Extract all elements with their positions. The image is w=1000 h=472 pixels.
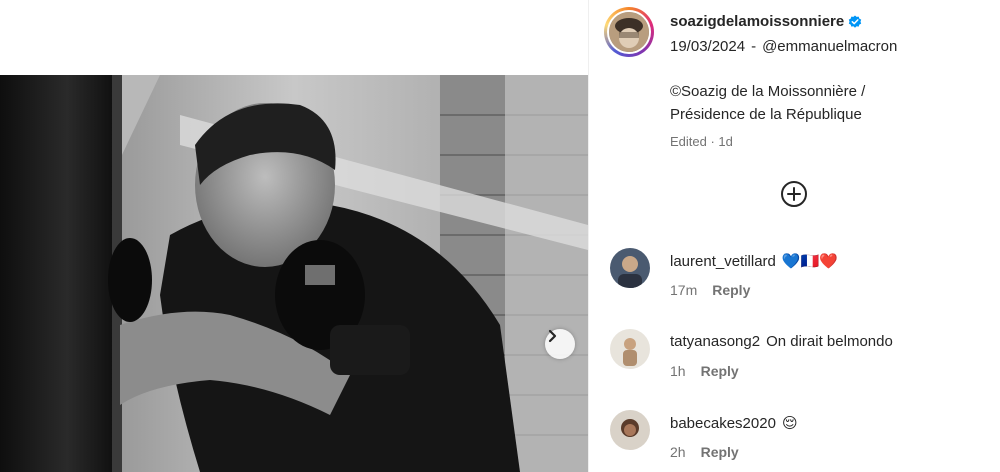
author-username[interactable]: soazigdelamoissonniere (670, 13, 844, 30)
post-date-line: 19/03/2024- @emmanuelmacron (670, 38, 897, 55)
comment-emoji: 💙🇫🇷❤️ (781, 253, 838, 270)
plus-circle-icon (780, 180, 808, 213)
comment-username[interactable]: laurent_vetillard (670, 253, 776, 270)
caption-line-2: Présidence de la République (670, 106, 862, 123)
carousel-next-button[interactable] (545, 329, 575, 359)
author-avatar[interactable] (604, 7, 654, 57)
post-caption: ©Soazig de la Moissonnière / Présidence … (670, 80, 990, 126)
mention-link[interactable]: @emmanuelmacron (762, 38, 897, 55)
commenter-avatar[interactable] (610, 410, 650, 450)
caption-line-1: ©Soazig de la Moissonnière / (670, 83, 866, 100)
post-date: 19/03/2024 (670, 38, 746, 55)
comment-text: On dirait belmondo (766, 333, 893, 350)
boxing-photo-illustration (0, 75, 588, 472)
commenter-avatar[interactable] (610, 329, 650, 369)
verified-badge-icon (848, 15, 862, 29)
author-avatar-image (609, 12, 649, 52)
comment-time: 17m (670, 282, 698, 298)
post-photo[interactable] (0, 75, 588, 472)
date-separator: - (751, 38, 757, 55)
edited-timestamp: Edited · 1d (670, 134, 733, 149)
comment-time: 2h (670, 444, 686, 460)
comment-username[interactable]: tatyanasong2 (670, 333, 760, 350)
reply-button[interactable]: Reply (701, 444, 739, 460)
load-more-comments-button[interactable] (779, 180, 809, 213)
post-author: soazigdelamoissonniere (670, 13, 862, 30)
commenter-avatar[interactable] (610, 248, 650, 288)
top-left-blank (0, 0, 588, 75)
comment-emoji: 😌 (781, 415, 798, 432)
reply-button[interactable]: Reply (701, 363, 739, 379)
post-side-panel (589, 0, 1000, 472)
comment-time: 1h (670, 363, 686, 379)
reply-button[interactable]: Reply (712, 282, 750, 298)
comment-username[interactable]: babecakes2020 (670, 415, 776, 432)
